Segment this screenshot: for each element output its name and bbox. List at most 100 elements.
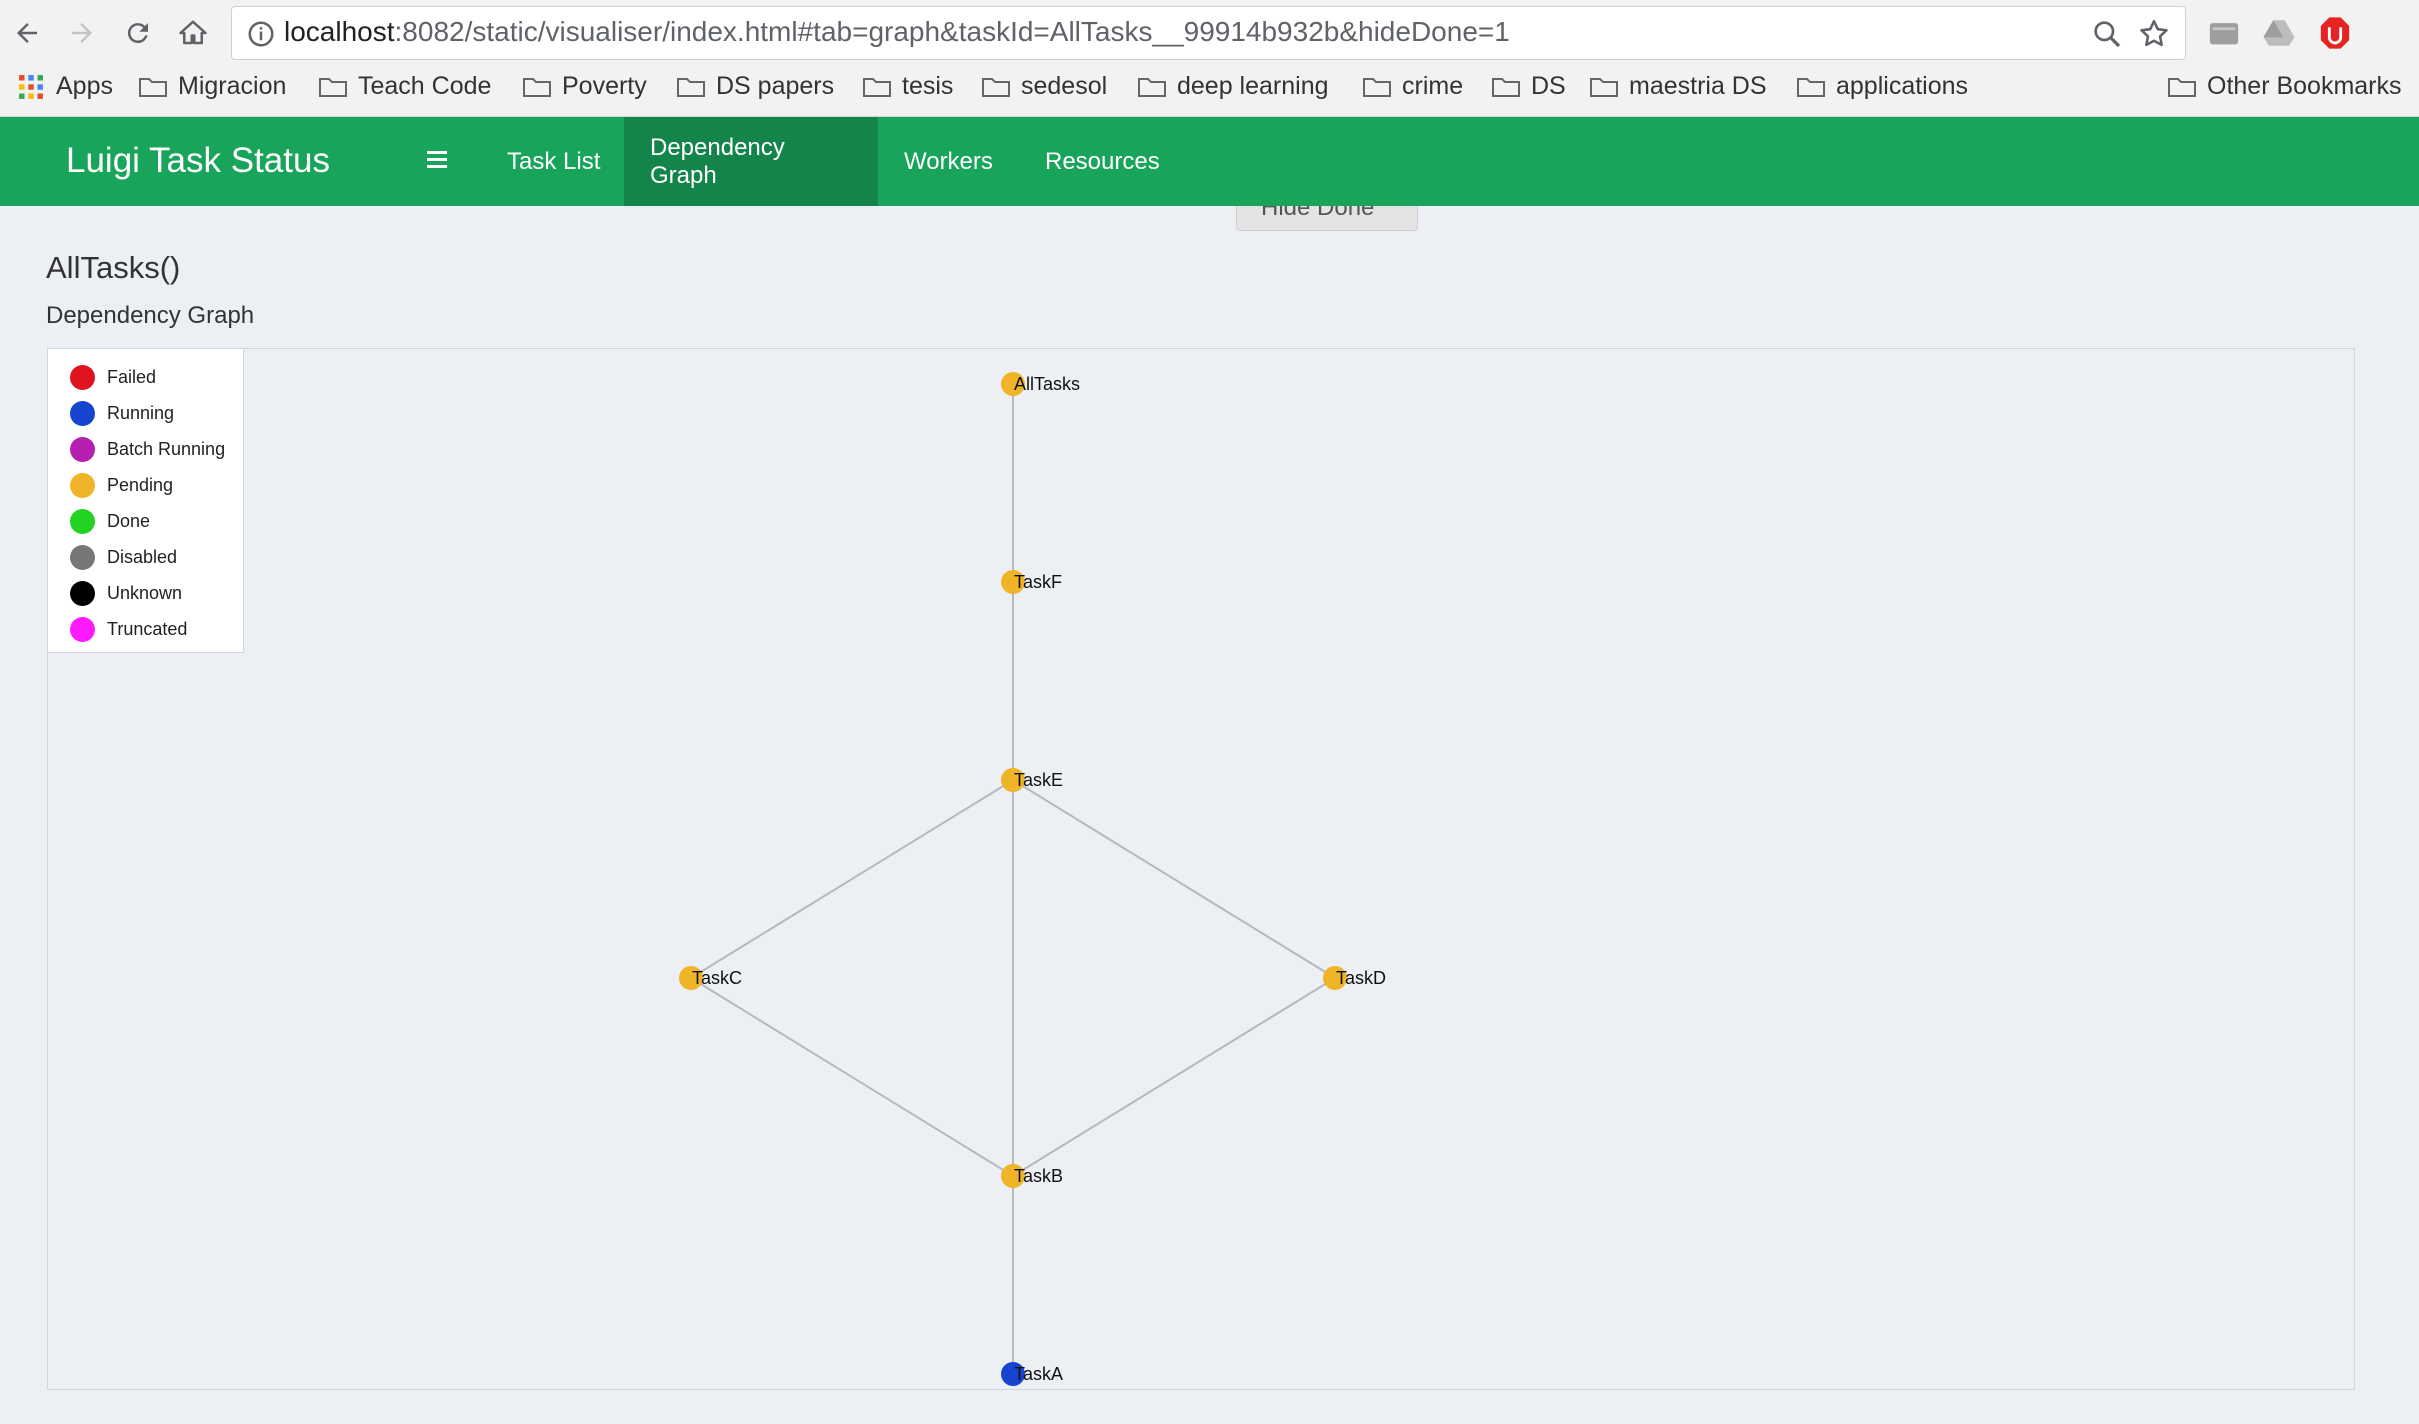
bookmark-apps[interactable]: Apps [16, 72, 113, 101]
adblock-icon[interactable] [2318, 16, 2352, 50]
graph-node-taske[interactable] [1001, 768, 1025, 792]
legend-label: Failed [107, 366, 157, 387]
hide-done-label: Hide Done [1261, 206, 1375, 221]
reload-button[interactable] [117, 12, 159, 54]
legend-label: Unknown [107, 582, 183, 603]
bookmark-folder[interactable]: Poverty [522, 72, 647, 101]
bookmark-folder[interactable]: Migracion [138, 72, 286, 101]
graph-node-taskb[interactable] [1001, 1164, 1025, 1188]
bookmark-folder[interactable]: crime [1362, 72, 1463, 101]
folder-icon [139, 77, 167, 97]
url-path: :8082/static/visualiser/index.html#tab=g… [394, 16, 1510, 47]
other-bookmarks-label: Other Bookmarks [2207, 72, 2402, 100]
bookmark-label: applications [1836, 72, 1969, 100]
dependency-graph-panel [47, 348, 2355, 1390]
hamburger-menu-icon[interactable] [427, 149, 453, 171]
legend-label: Batch Running [107, 438, 226, 459]
url-text[interactable]: localhost:8082/static/visualiser/index.h… [284, 16, 1510, 48]
graph-node-taskc[interactable] [679, 966, 703, 990]
bookmark-label: DS papers [716, 72, 835, 100]
legend-label: Truncated [107, 618, 188, 639]
bookmark-folder[interactable]: DS [1491, 72, 1566, 101]
folder-icon [1492, 77, 1520, 97]
luigi-navbar: Luigi Task Status Task List Dependency G… [0, 117, 2419, 206]
legend-item: Unknown [70, 578, 182, 608]
bookmark-folder[interactable]: maestria DS [1589, 72, 1767, 101]
folder-icon [982, 77, 1010, 97]
legend-item: Truncated [70, 614, 187, 644]
nav-task-list[interactable]: Task List [481, 117, 626, 206]
bookmark-label: tesis [902, 72, 954, 100]
legend-label: Done [107, 510, 151, 531]
legend-item: Disabled [70, 542, 177, 572]
folder-icon [1797, 77, 1825, 97]
task-title: AllTasks() [46, 250, 181, 285]
star-icon[interactable] [2137, 17, 2171, 51]
bookmark-label: deep learning [1177, 72, 1329, 100]
bookmark-label: crime [1402, 72, 1464, 100]
bookmark-folder[interactable]: DS papers [676, 72, 834, 101]
browser-chrome: localhost:8082/static/visualiser/index.h… [0, 0, 2419, 117]
bookmark-folder[interactable]: Teach Code [318, 72, 491, 101]
arrow-right-icon [72, 23, 92, 43]
legend-item: Running [70, 398, 174, 428]
back-button[interactable] [6, 12, 48, 54]
bookmark-folder[interactable]: applications [1796, 72, 1968, 101]
graph-node-taskd[interactable] [1323, 966, 1347, 990]
bookmark-label: DS [1531, 72, 1566, 100]
legend-item: Pending [70, 470, 173, 500]
nav-dependency-graph[interactable]: Dependency Graph [624, 117, 878, 206]
nav-workers[interactable]: Workers [878, 117, 1019, 206]
batch-running-dot [70, 436, 95, 462]
bookmark-folder[interactable]: deep learning [1137, 72, 1329, 101]
bookmarks-bar: Apps Migracion Teach Code Poverty DS pap… [0, 68, 2419, 112]
pending-dot [70, 472, 95, 498]
home-button[interactable] [172, 12, 214, 54]
failed-dot [70, 364, 95, 390]
done-dot [70, 508, 95, 534]
arrow-left-icon [17, 23, 37, 43]
folder-icon [2168, 77, 2196, 97]
unknown-dot [70, 580, 95, 606]
disabled-dot [70, 544, 95, 570]
info-icon[interactable] [246, 19, 276, 49]
running-dot [70, 400, 95, 426]
nav-resources[interactable]: Resources [1019, 117, 1186, 206]
legend-label: Running [107, 402, 175, 423]
folder-icon [1363, 77, 1391, 97]
drive-icon[interactable] [2262, 16, 2296, 50]
folder-icon [319, 77, 347, 97]
folder-icon [1590, 77, 1618, 97]
folder-icon [677, 77, 705, 97]
url-host: localhost [284, 16, 395, 47]
hide-done-button[interactable]: Hide Done [1236, 206, 1418, 231]
bookmark-folder[interactable]: sedesol [981, 72, 1107, 101]
zoom-icon[interactable] [2091, 18, 2123, 50]
legend-item: Done [70, 506, 150, 536]
graph-node-taska[interactable] [1001, 1362, 1025, 1386]
address-bar[interactable]: localhost:8082/static/visualiser/index.h… [231, 6, 2186, 60]
legend-item: Failed [70, 362, 156, 392]
folder-icon [1138, 77, 1166, 97]
home-icon [179, 20, 207, 45]
app-brand[interactable]: Luigi Task Status [66, 141, 330, 181]
other-bookmarks[interactable]: Other Bookmarks [2167, 72, 2402, 101]
graph-node-taskf[interactable] [1001, 570, 1025, 594]
graph-node-alltasks[interactable] [1001, 372, 1025, 396]
legend-label: Disabled [107, 546, 178, 567]
bookmark-label: Teach Code [358, 72, 492, 100]
folder-icon [523, 77, 551, 97]
bookmark-label: maestria DS [1629, 72, 1767, 100]
bookmark-label: Poverty [562, 72, 647, 100]
section-title: Dependency Graph [46, 302, 255, 329]
bookmark-label: Migracion [178, 72, 287, 100]
reload-icon [127, 23, 148, 44]
legend-label: Pending [107, 474, 174, 495]
extension-icon[interactable] [2207, 16, 2241, 50]
forward-button[interactable] [61, 12, 103, 54]
graph-legend: Failed Running Batch Running Pending Don… [48, 349, 244, 653]
legend-item: Batch Running [70, 434, 225, 464]
apps-grid-icon [19, 74, 43, 99]
bookmark-folder[interactable]: tesis [862, 72, 953, 101]
bookmark-label: sedesol [1021, 72, 1108, 100]
